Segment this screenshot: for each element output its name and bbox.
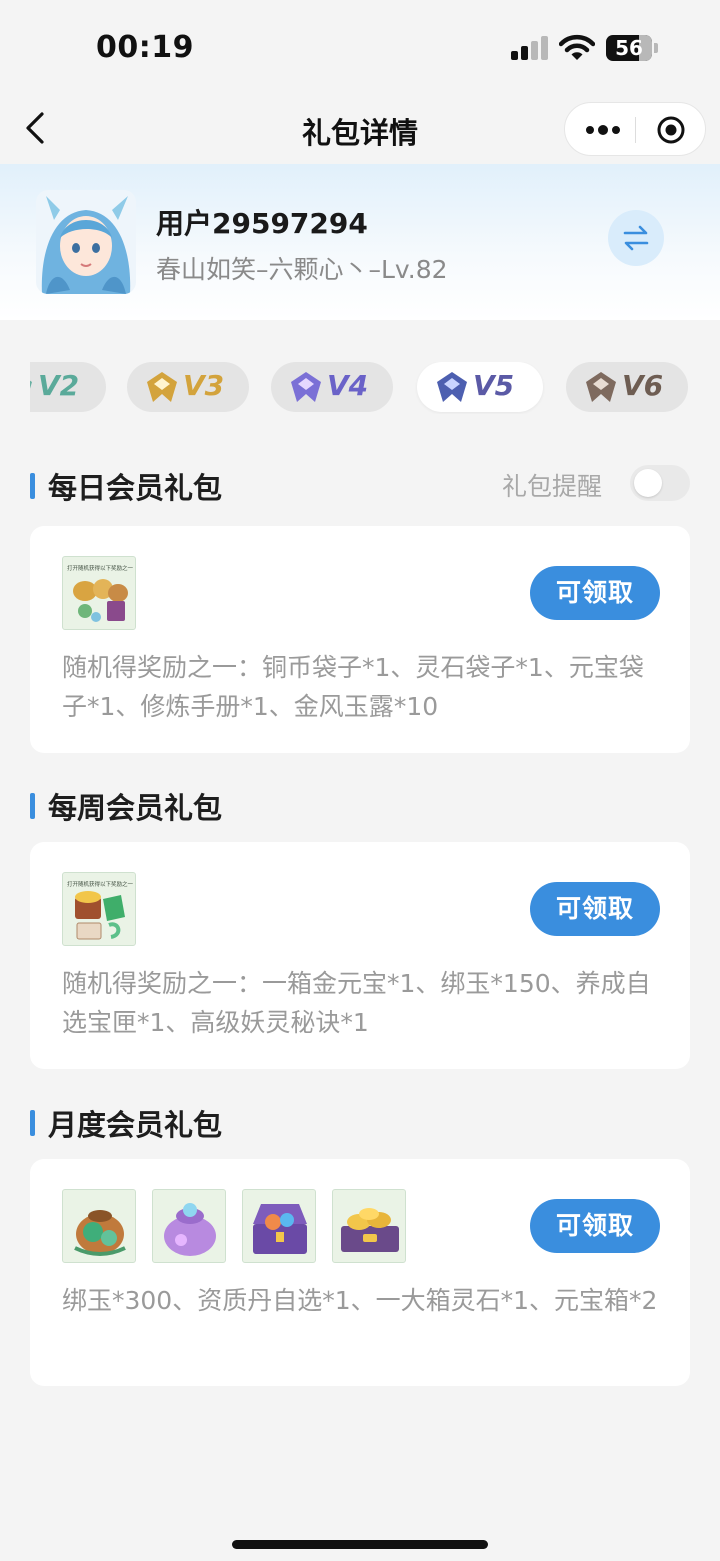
spirit-stone-chest-icon [242, 1189, 316, 1263]
status-time: 00:19 [96, 30, 194, 65]
toggle-knob [634, 469, 662, 497]
vip-badge-icon [291, 372, 321, 402]
jade-bag-icon [62, 1189, 136, 1263]
server-role-info: 春山如笑–六颗心丶–Lv.82 [156, 255, 448, 284]
switch-role-button[interactable] [608, 210, 664, 266]
reward-description: 随机得奖励之一：一箱金元宝*1、绑玉*150、养成自选宝匣*1、高级妖灵秘诀*1 [62, 969, 651, 1037]
gift-reminder-label: 礼包提醒 [502, 472, 603, 501]
tab-label: V4 [327, 369, 369, 402]
close-target-icon[interactable] [657, 116, 685, 144]
reward-description: 随机得奖励之一：铜币袋子*1、灵石袋子*1、元宝袋子*1、修炼手册*1、金风玉露… [62, 653, 644, 721]
gift-reminder-toggle[interactable] [630, 465, 690, 501]
switch-arrows-icon [623, 225, 649, 251]
user-header: 用户29597294 春山如笑–六颗心丶–Lv.82 [0, 164, 720, 320]
claim-button[interactable]: 可领取 [530, 1199, 660, 1253]
section-title: 每周会员礼包 [48, 791, 223, 825]
tab-label: V2 [38, 369, 80, 402]
vip-badge-icon [586, 372, 616, 402]
vip-badge-icon [437, 372, 467, 402]
username: 用户29597294 [156, 207, 368, 240]
tab-label: V6 [622, 369, 664, 402]
tab-label: V3 [183, 369, 225, 402]
monthly-gift-card: 可领取 绑玉*300、资质丹自选*1、一大箱灵石*1、元宝箱*2 [30, 1159, 690, 1386]
icon-caption: 打开随机获得以下奖励之一 [67, 564, 134, 572]
section-accent-bar [30, 793, 35, 819]
daily-section-header: 每日会员礼包 礼包提醒 [30, 465, 690, 505]
tab-v3[interactable]: V3 [127, 362, 249, 412]
tab-v6[interactable]: V6 [566, 362, 688, 412]
more-icon[interactable] [585, 103, 621, 157]
vip-level-tabs: V2 V3 V4 V5 V6 [30, 362, 690, 414]
weekly-section-header: 每周会员礼包 [30, 785, 690, 825]
tab-v2[interactable]: V2 [30, 362, 106, 412]
tab-label: V5 [473, 369, 515, 402]
random-reward-pack-icon: 打开随机获得以下奖励之一 [62, 556, 136, 630]
status-bar: 00:19 56 [0, 0, 720, 96]
reward-description: 绑玉*300、资质丹自选*1、一大箱灵石*1、元宝箱*2 [62, 1286, 658, 1315]
section-accent-bar [30, 1110, 35, 1136]
wifi-icon [558, 34, 596, 62]
nav-bar: 礼包详情 [0, 96, 720, 164]
mini-program-capsule [564, 102, 706, 156]
claim-button[interactable]: 可领取 [530, 566, 660, 620]
daily-gift-card: 打开随机获得以下奖励之一 可领取 随机得奖励之一：铜币袋子*1、灵石袋子*1、元… [30, 526, 690, 753]
random-reward-pack-icon: 打开随机获得以下奖励之一 [62, 872, 136, 946]
capsule-divider [635, 117, 636, 143]
weekly-gift-card: 打开随机获得以下奖励之一 可领取 随机得奖励之一：一箱金元宝*1、绑玉*150、… [30, 842, 690, 1069]
tab-v4[interactable]: V4 [271, 362, 393, 412]
avatar [36, 190, 136, 294]
vip-badge-icon [30, 380, 32, 389]
monthly-section-header: 月度会员礼包 [30, 1102, 690, 1142]
claim-button[interactable]: 可领取 [530, 882, 660, 936]
vip-badge-icon [147, 372, 177, 402]
gold-ingot-box-icon [332, 1189, 406, 1263]
section-title: 月度会员礼包 [48, 1108, 223, 1142]
cellular-signal-icon [511, 36, 549, 60]
aptitude-pill-bag-icon [152, 1189, 226, 1263]
home-indicator [232, 1540, 488, 1549]
battery-level: 56 [615, 36, 643, 60]
icon-caption: 打开随机获得以下奖励之一 [67, 880, 134, 888]
battery-icon: 56 [606, 35, 658, 61]
section-accent-bar [30, 473, 35, 499]
section-title: 每日会员礼包 [48, 471, 223, 505]
tab-v5[interactable]: V5 [417, 362, 543, 412]
